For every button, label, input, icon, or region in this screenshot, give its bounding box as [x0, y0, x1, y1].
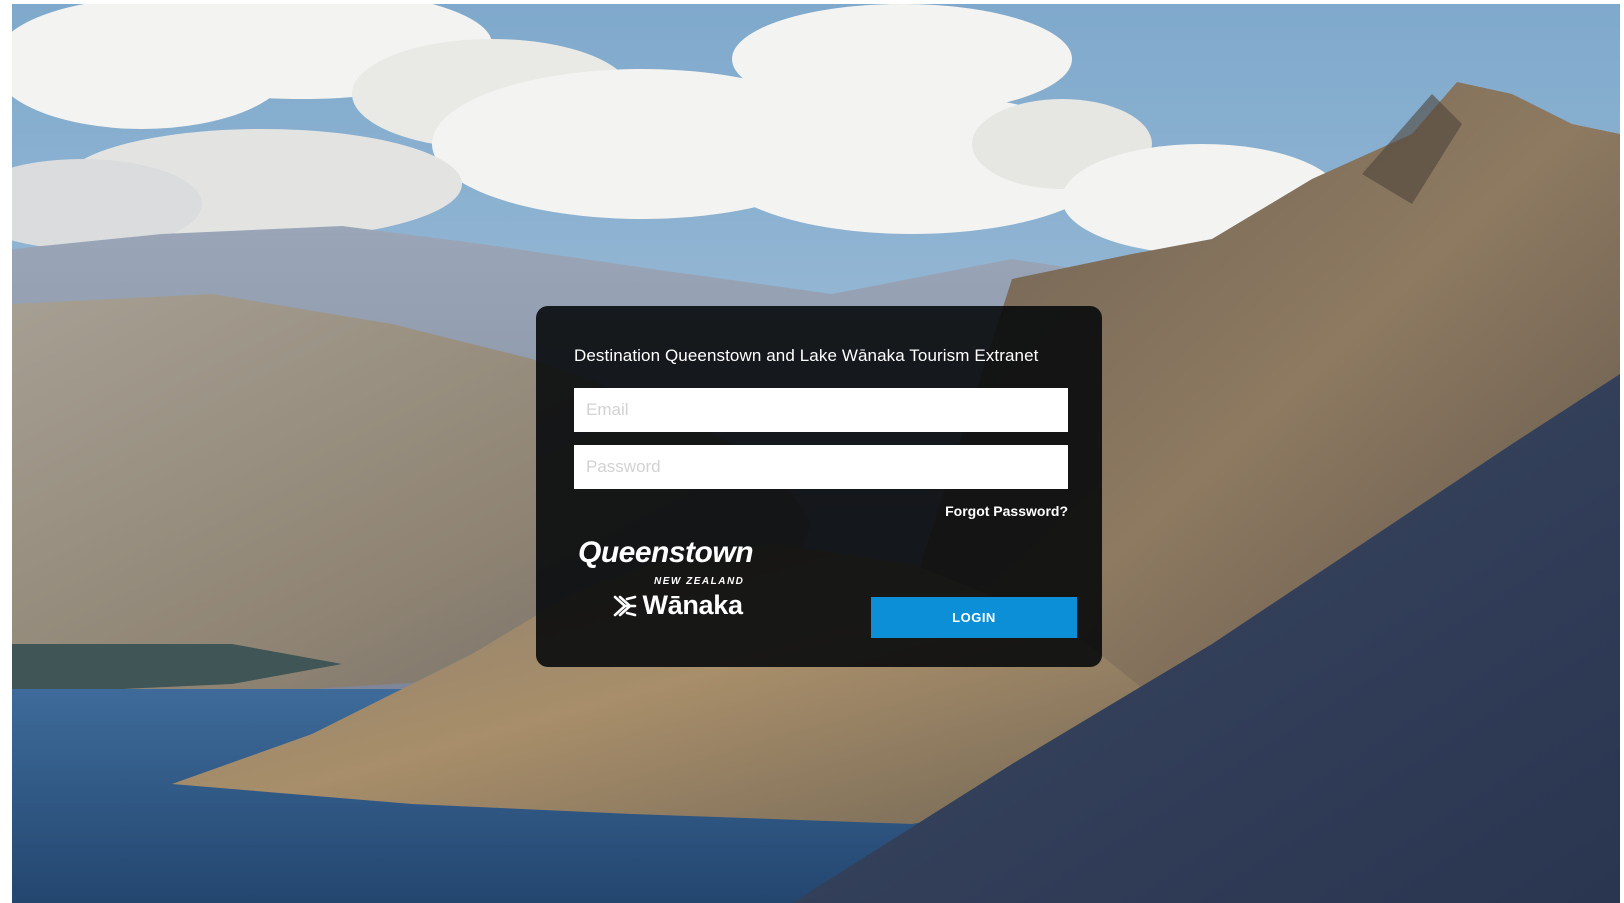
wanaka-wordmark: Wānaka [642, 590, 743, 620]
login-panel: Destination Queenstown and Lake Wānaka T… [536, 306, 1102, 667]
queenstown-logo: Queenstown [578, 536, 754, 569]
login-page: Destination Queenstown and Lake Wānaka T… [12, 4, 1620, 903]
login-button[interactable]: LOGIN [871, 597, 1077, 638]
wanaka-mark-icon [613, 595, 637, 616]
wanaka-logo: Wānaka [612, 590, 743, 624]
forgot-password-link[interactable]: Forgot Password? [945, 503, 1068, 519]
email-field[interactable] [574, 388, 1068, 432]
destination-logos: Queenstown NEW ZEALAND Wānaka [576, 536, 766, 636]
password-field[interactable] [574, 445, 1068, 489]
new-zealand-tagline: NEW ZEALAND [654, 576, 745, 587]
login-title: Destination Queenstown and Lake Wānaka T… [574, 346, 1039, 365]
